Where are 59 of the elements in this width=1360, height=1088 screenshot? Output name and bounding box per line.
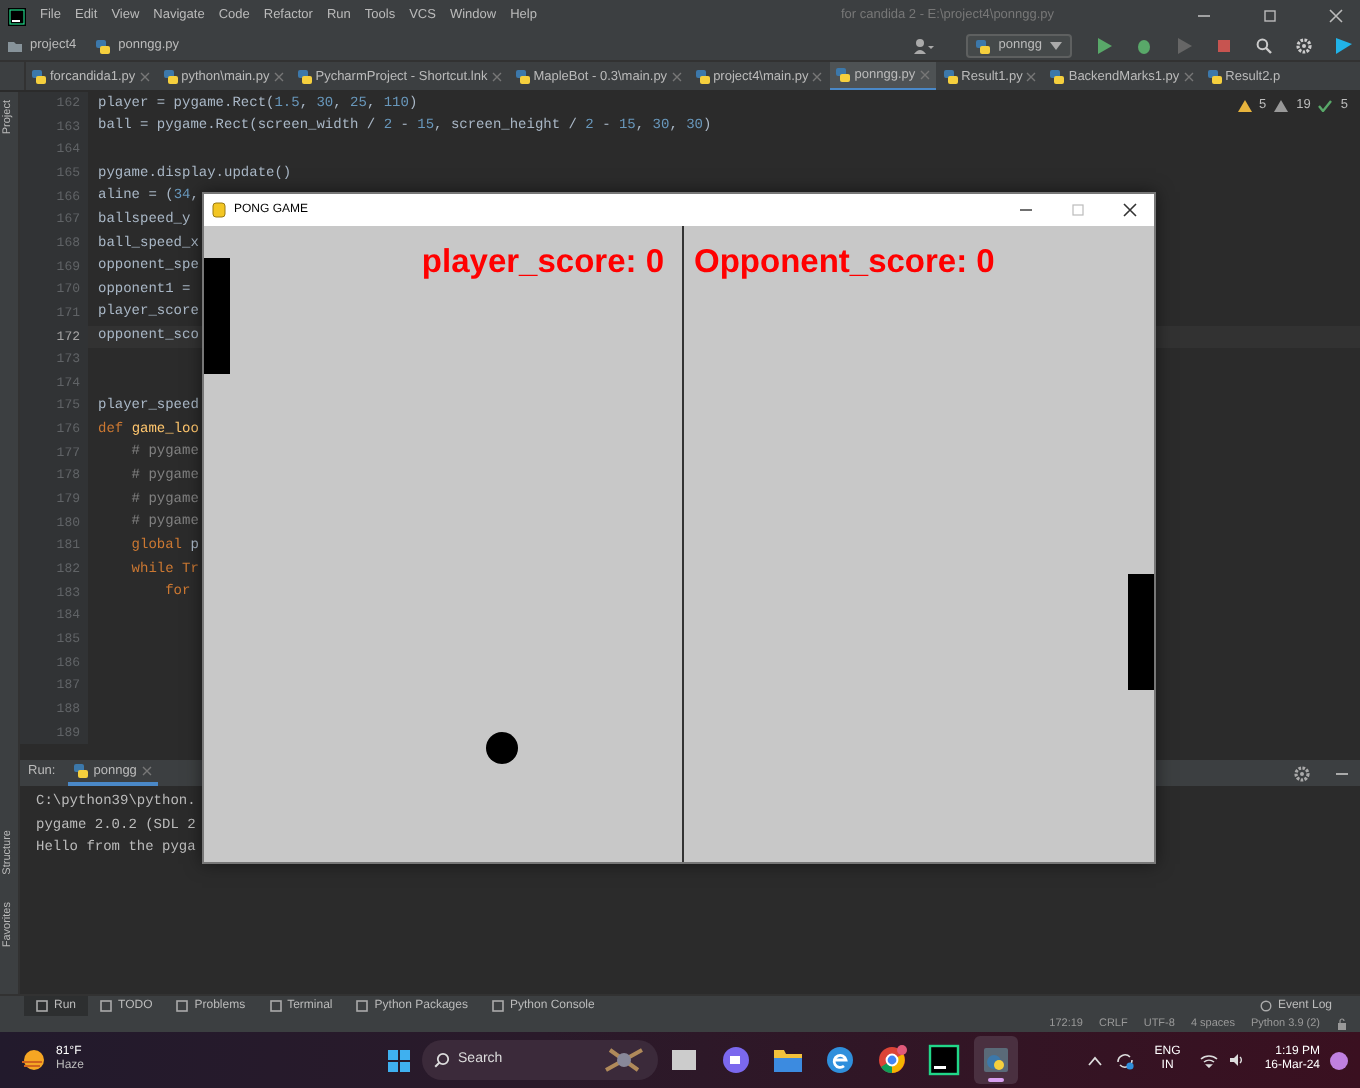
- folder-icon: [8, 40, 22, 52]
- chat-bubble-icon: [1259, 1000, 1272, 1012]
- caret-icon: [1050, 42, 1062, 50]
- run-icon[interactable]: [1096, 38, 1112, 54]
- python-file-icon: [32, 70, 46, 84]
- python-file-icon: [976, 39, 991, 53]
- python-file-icon: [73, 764, 88, 778]
- python-file-icon: [1207, 70, 1222, 84]
- video-call-icon: [720, 1044, 753, 1076]
- warning-icon: [1237, 100, 1252, 113]
- left-paddle: [204, 258, 230, 374]
- right-paddle: [1128, 574, 1154, 690]
- folder-icon: [772, 1044, 805, 1076]
- settings-icon[interactable]: [1294, 765, 1310, 781]
- browser-icon: [824, 1044, 857, 1076]
- search-highlight-drawing: [602, 1046, 647, 1074]
- python-file-icon: [943, 70, 958, 84]
- stop-icon[interactable]: [1216, 38, 1232, 54]
- search-icon: [434, 1052, 451, 1068]
- ball: [486, 732, 518, 764]
- lock-icon: [1336, 1018, 1348, 1030]
- tool-icon: [100, 1000, 113, 1012]
- tool-icon: [176, 1000, 189, 1012]
- notification-icon[interactable]: [1330, 1051, 1348, 1069]
- window-icon: [668, 1044, 701, 1076]
- settings-icon[interactable]: [1296, 38, 1312, 54]
- chrome-icon: [876, 1044, 909, 1076]
- sync-icon[interactable]: [1116, 1051, 1135, 1069]
- search-icon[interactable]: [1256, 38, 1272, 54]
- opponent-score: Opponent_score: 0: [694, 244, 995, 281]
- check-icon: [1318, 100, 1333, 113]
- restore-icon[interactable]: [1262, 8, 1278, 24]
- pycharm-logo-icon: [8, 7, 26, 25]
- tool-icon: [269, 1000, 282, 1012]
- tool-icon: [491, 1000, 504, 1012]
- tool-icon: [356, 1000, 369, 1012]
- wifi-icon[interactable]: [1200, 1053, 1219, 1067]
- chevron-up-icon[interactable]: [1088, 1055, 1103, 1065]
- player-score: player_score: 0: [421, 244, 664, 281]
- volume-icon[interactable]: [1228, 1052, 1245, 1068]
- python-file-icon: [1050, 70, 1065, 84]
- python-file-icon: [163, 70, 178, 84]
- taskbar-app-button[interactable]: [974, 1036, 1019, 1084]
- start-icon[interactable]: [388, 1049, 411, 1071]
- python-icon: [980, 1044, 1013, 1076]
- pygame-logo-icon: [212, 202, 226, 218]
- pycharm-icon: [928, 1044, 961, 1076]
- weak-warning-icon: [1274, 100, 1289, 113]
- close-icon[interactable]: [1122, 202, 1138, 218]
- python-file-icon: [695, 70, 710, 84]
- python-file-icon: [96, 39, 111, 53]
- weather-sun-icon: [20, 1048, 48, 1072]
- tool-icon: [36, 1000, 48, 1012]
- close-icon[interactable]: [1328, 8, 1344, 24]
- python-file-icon: [836, 68, 851, 82]
- python-file-icon: [515, 70, 530, 84]
- debug-icon[interactable]: [1136, 38, 1152, 54]
- user-icon[interactable]: [914, 38, 935, 54]
- python-file-icon: [297, 70, 312, 84]
